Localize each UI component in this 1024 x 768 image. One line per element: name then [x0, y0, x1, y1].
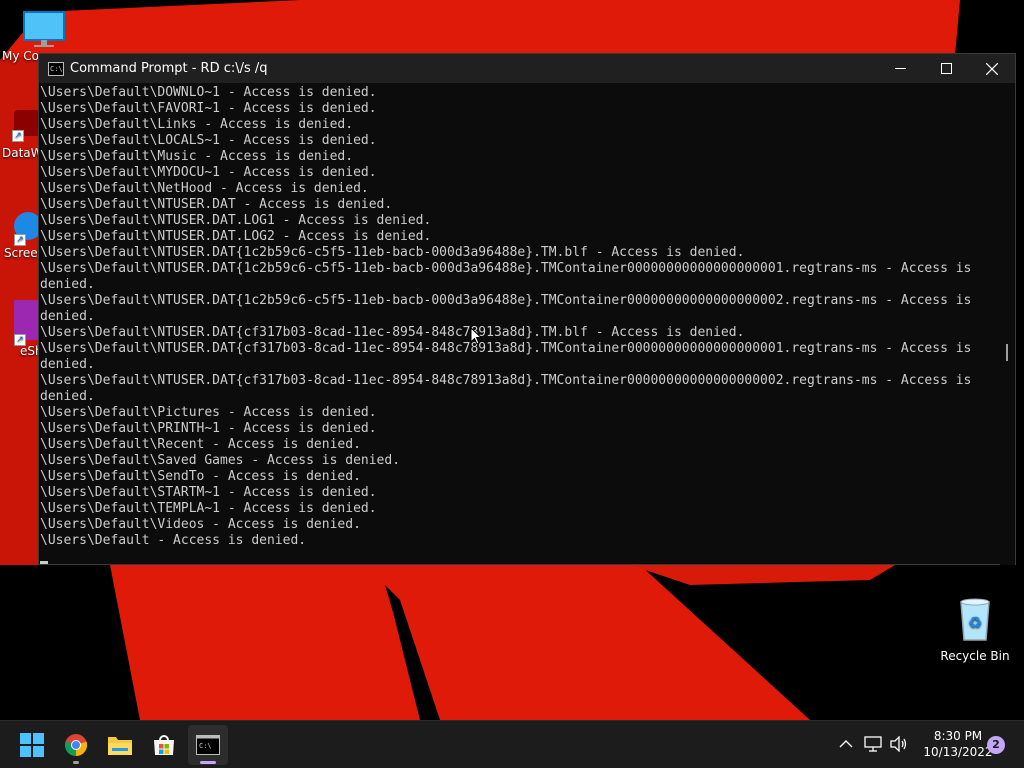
console-line: \Users\Default\DOWNLO~1 - Access is deni…: [40, 85, 377, 100]
desktop-icon-label: Recycle Bin: [940, 649, 1010, 663]
console-line: \Users\Default\Recent - Access is denied…: [40, 437, 361, 452]
volume-button[interactable]: [888, 733, 910, 755]
console-line: \Users\Default\MYDOCU~1 - Access is deni…: [40, 165, 377, 180]
console-line: \Users\Default\STARTM~1 - Access is deni…: [40, 485, 377, 500]
console-line: \Users\Default\NetHood - Access is denie…: [40, 181, 369, 196]
notification-badge[interactable]: 2: [987, 736, 1005, 754]
console-line: denied.: [40, 277, 95, 292]
microsoft-store-icon: [154, 735, 174, 755]
console-line: \Users\Default\Pictures - Access is deni…: [40, 405, 377, 420]
console-line: \Users\Default\NTUSER.DAT{cf317b03-8cad-…: [40, 341, 972, 356]
recycle-bin-icon: ♻: [960, 598, 990, 641]
dataw-icon: ↗: [12, 110, 40, 142]
console-line: \Users\Default\NTUSER.DAT.LOG1 - Access …: [40, 213, 432, 228]
console-line: \Users\Default\NTUSER.DAT{cf317b03-8cad-…: [40, 325, 745, 340]
console-line: \Users\Default - Access is denied.: [40, 533, 307, 548]
windows-logo-icon: [20, 733, 44, 757]
taskbar-command-prompt-button[interactable]: C:\: [188, 725, 228, 765]
console-lines: \Users\Default\DOWNLO~1 - Access is deni…: [39, 83, 1001, 549]
network-icon: [864, 736, 882, 752]
console-line: \Users\Default\LOCALS~1 - Access is deni…: [40, 133, 377, 148]
esh-app-icon: ↗: [14, 300, 40, 346]
console-line: denied.: [40, 389, 95, 404]
shortcut-arrow-icon: ↗: [14, 234, 26, 246]
vertical-scrollbar[interactable]: [1000, 83, 1015, 565]
taskbar-store-button[interactable]: [144, 725, 184, 765]
network-button[interactable]: [862, 733, 884, 755]
console-line: \Users\Default\FAVORI~1 - Access is deni…: [40, 101, 377, 116]
console-line: \Users\Default\NTUSER.DAT - Access is de…: [40, 197, 393, 212]
console-line: \Users\Default\Saved Games - Access is d…: [40, 453, 401, 468]
desktop-icon-recycle-bin[interactable]: ♻ Recycle Bin: [940, 596, 1010, 663]
speaker-icon: [890, 736, 907, 752]
command-prompt-window[interactable]: C:\ Command Prompt - RD c:\/s /q \Users\…: [38, 53, 1016, 565]
active-indicator: [200, 761, 216, 764]
window-title: Command Prompt - RD c:\/s /q: [70, 61, 268, 76]
maximize-button[interactable]: [923, 54, 969, 83]
shortcut-arrow-icon: ↗: [14, 334, 26, 346]
desktop-icon-dataw[interactable]: ↗ DataW: [2, 110, 43, 160]
console-line: \Users\Default\Links - Access is denied.: [40, 117, 354, 132]
start-button[interactable]: [12, 725, 52, 765]
minimize-button[interactable]: [877, 54, 923, 83]
console-line: \Users\Default\PRINTH~1 - Access is deni…: [40, 421, 377, 436]
text-cursor: [40, 561, 48, 564]
maximize-icon: [940, 63, 952, 74]
console-line: \Users\Default\NTUSER.DAT.LOG2 - Access …: [40, 229, 432, 244]
window-titlebar[interactable]: C:\ Command Prompt - RD c:\/s /q: [39, 54, 1015, 83]
console-line: \Users\Default\SendTo - Access is denied…: [40, 469, 361, 484]
console-line: \Users\Default\NTUSER.DAT{1c2b59c6-c5f5-…: [40, 261, 972, 276]
command-prompt-icon: C:\: [196, 735, 220, 755]
chevron-up-icon: [839, 740, 853, 748]
console-output[interactable]: \Users\Default\DOWNLO~1 - Access is deni…: [39, 83, 1001, 565]
console-line: \Users\Default\Videos - Access is denied…: [40, 517, 361, 532]
scrollbar-thumb[interactable]: [1006, 344, 1008, 361]
minimize-icon: [894, 68, 906, 69]
close-icon: [986, 62, 998, 75]
chrome-icon: [64, 734, 88, 757]
console-line: \Users\Default\TEMPLA~1 - Access is deni…: [40, 501, 377, 516]
taskbar: C:\ 8:30 PM 10/13/2022 2: [0, 720, 1024, 768]
running-indicator: [73, 761, 79, 764]
taskbar-chrome-button[interactable]: [56, 725, 96, 765]
mouse-pointer-icon: [470, 327, 482, 345]
console-app-icon: C:\: [48, 61, 64, 76]
svg-text:C:\: C:\: [199, 742, 212, 750]
console-line: \Users\Default\NTUSER.DAT{1c2b59c6-c5f5-…: [40, 245, 745, 260]
desktop-icon-label: DataW: [2, 146, 43, 160]
console-line: \Users\Default\NTUSER.DAT{cf317b03-8cad-…: [40, 373, 972, 388]
close-button[interactable]: [969, 54, 1015, 83]
shortcut-arrow-icon: ↗: [12, 130, 24, 142]
svg-text:♻: ♻: [968, 613, 982, 632]
console-line: denied.: [40, 309, 95, 324]
console-line: \Users\Default\NTUSER.DAT{1c2b59c6-c5f5-…: [40, 293, 972, 308]
show-hidden-icons-button[interactable]: [835, 733, 857, 755]
console-line: denied.: [40, 357, 95, 372]
console-line: \Users\Default\Music - Access is denied.: [40, 149, 354, 164]
folder-icon: [108, 737, 132, 755]
monitor-icon: [23, 11, 65, 47]
taskbar-file-explorer-button[interactable]: [100, 725, 140, 765]
